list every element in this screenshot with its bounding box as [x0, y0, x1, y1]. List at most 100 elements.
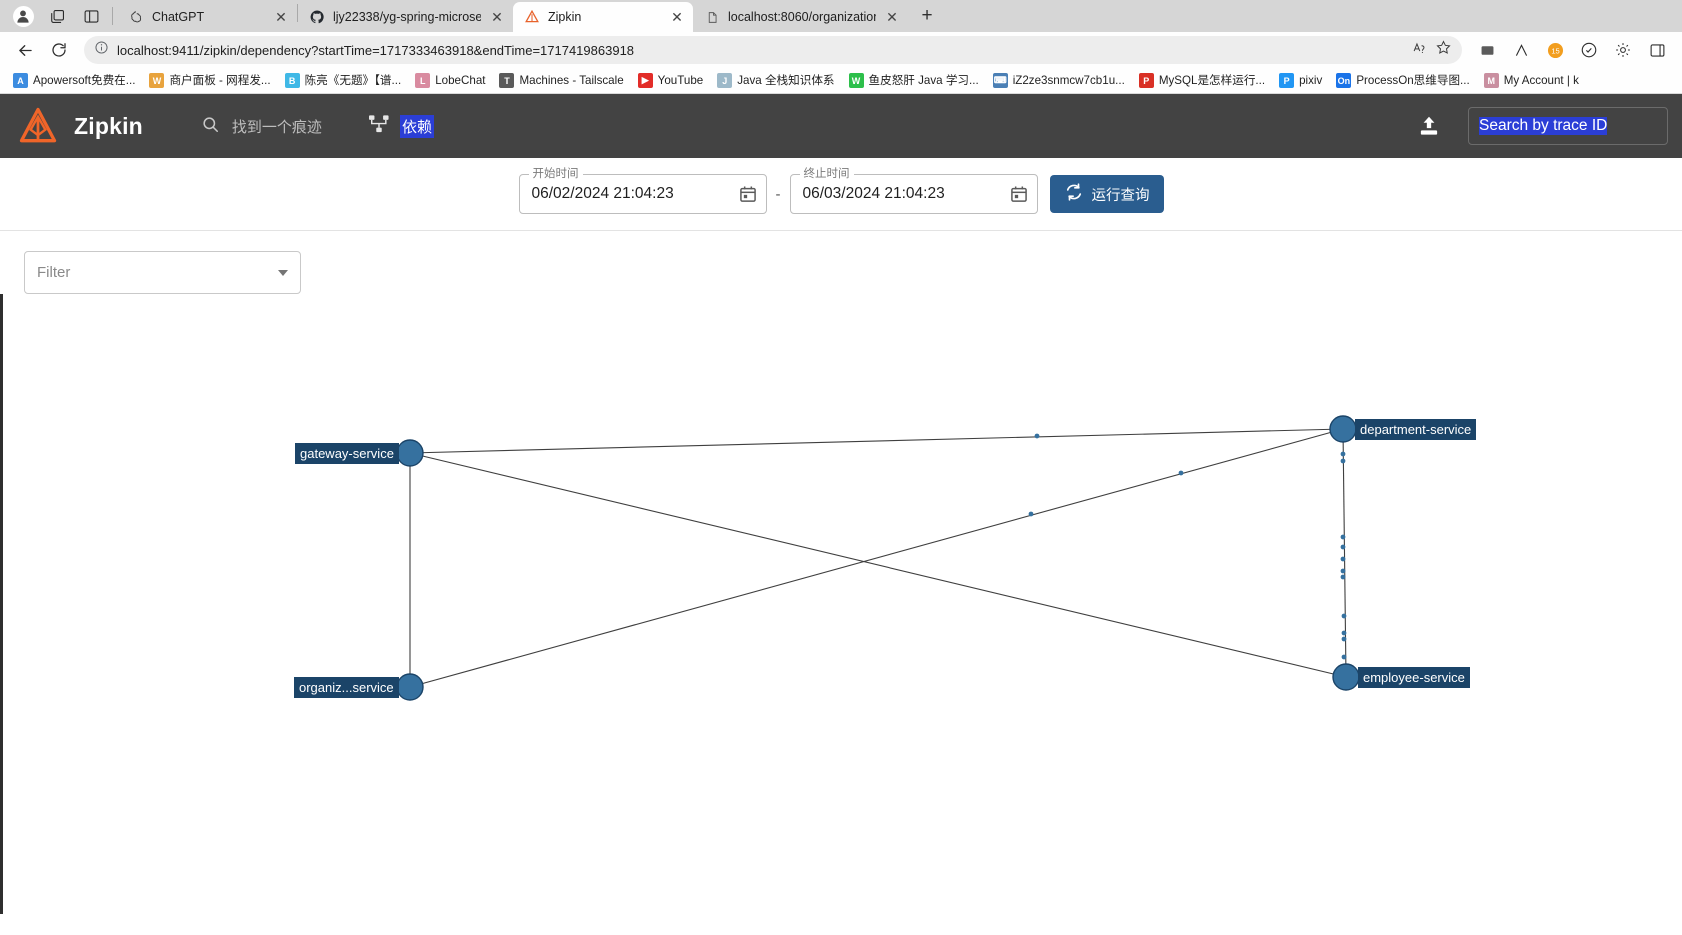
bookmark-item[interactable]: T Machines - Tailscale	[492, 70, 630, 92]
bookmark-item[interactable]: W 鱼皮怒肝 Java 学习...	[842, 70, 986, 92]
collections-icon[interactable]	[40, 0, 74, 32]
start-time-value: 06/02/2024 21:04:23	[531, 185, 674, 202]
close-icon[interactable]: ✕	[489, 9, 505, 25]
bookmark-item[interactable]: A Apowersoft免费在...	[6, 70, 142, 92]
nav-label: 找到一个痕迹	[231, 118, 322, 136]
calendar-icon[interactable]	[1009, 184, 1029, 204]
tab-title: localhost:8060/organization/1/w	[728, 10, 876, 24]
filter-select[interactable]: Filter	[24, 251, 301, 294]
bookmark-item[interactable]: Ppixiv	[1272, 70, 1329, 92]
address-bar[interactable]: localhost:9411/zipkin/dependency?startTi…	[84, 36, 1462, 64]
bookmark-label: Apowersoft免费在...	[33, 74, 136, 87]
search-by-trace-id-input[interactable]: Search by trace ID	[1468, 107, 1668, 145]
settings-icon[interactable]	[1608, 35, 1638, 65]
bookmark-item[interactable]: B 陈亮《无题》【谱...	[278, 70, 409, 92]
bookmark-item[interactable]: W 商户面板 - 网程发...	[142, 70, 277, 92]
service-node-label-department: department-service	[1355, 419, 1477, 440]
sidebar-icon[interactable]	[1642, 35, 1672, 65]
traffic-particle	[1340, 574, 1346, 580]
bookmark-item[interactable]: ⌨ iZ2ze3snmcw7cb1u...	[986, 70, 1132, 92]
chevron-down-icon[interactable]	[278, 269, 288, 276]
service-node-gateway[interactable]	[396, 439, 424, 467]
service-node-organization[interactable]	[396, 673, 424, 701]
service-node-label-organization: organiz...service	[294, 677, 399, 698]
refresh-icon	[1064, 182, 1084, 206]
service-node-label-gateway: gateway-service	[295, 443, 399, 464]
bookmark-favicon-icon: P	[1138, 73, 1154, 88]
zipkin-icon	[524, 9, 540, 25]
close-icon[interactable]: ✕	[273, 9, 289, 25]
bookmarks-bar: A Apowersoft免费在... W 商户面板 - 网程发... B 陈亮《无题》【谱…	[0, 68, 1682, 94]
nav-find-a-trace[interactable]: 找到一个痕迹	[201, 115, 324, 138]
browser-toolbar: localhost:9411/zipkin/dependency?startTi…	[0, 32, 1682, 68]
bookmark-label: YouTube	[657, 74, 704, 87]
service-node-employee[interactable]	[1332, 663, 1360, 691]
run-query-button[interactable]: 运行查询	[1049, 175, 1164, 213]
bookmark-label: My Account | k	[1503, 74, 1579, 87]
zipkin-logo-icon[interactable]	[14, 102, 62, 150]
traffic-particle	[1340, 534, 1346, 540]
bookmark-item[interactable]: ▶ YouTube	[631, 70, 711, 92]
browser-tab-chatgpt[interactable]: ChatGPT ✕	[117, 2, 297, 32]
nav-label: 依赖	[399, 114, 434, 138]
bookmark-label: ProcessOn思维导图...	[1356, 74, 1470, 87]
traffic-particle	[1340, 568, 1346, 574]
end-time-label: 终止时间	[799, 167, 854, 181]
tab-title: ljy22338/yg-spring-microservices	[333, 10, 481, 24]
dependency-graph[interactable]: gateway-service organiz...service departme…	[0, 294, 1682, 914]
browser-tab-localhost[interactable]: localhost:8060/organization/1/w ✕	[693, 2, 908, 32]
browser-essentials-icon[interactable]	[1574, 35, 1604, 65]
dependency-edge[interactable]	[409, 452, 1347, 678]
bookmark-label: Java 全栈知识体系	[737, 74, 835, 87]
start-time-field[interactable]: 开始时间 06/02/2024 21:04:23	[518, 167, 767, 214]
traffic-particle	[1178, 470, 1184, 476]
chatgpt-icon	[128, 9, 144, 25]
app-nav: 找到一个痕迹 依赖	[201, 114, 434, 138]
new-tab-button[interactable]: +	[913, 2, 941, 30]
traffic-particle	[1341, 636, 1347, 642]
dependency-tree-icon	[368, 114, 390, 138]
bookmark-item[interactable]: J Java 全栈知识体系	[710, 70, 841, 92]
svg-text:15: 15	[1551, 46, 1559, 55]
bookmark-favicon-icon: On	[1336, 73, 1352, 88]
search-by-trace-id-text: Search by trace ID	[1479, 117, 1608, 135]
tab-title: ChatGPT	[152, 10, 205, 24]
bookmark-label: 陈亮《无题》【谱...	[304, 74, 402, 87]
nav-dependencies[interactable]: 依赖	[368, 114, 434, 138]
upload-icon[interactable]	[1412, 109, 1446, 143]
read-aloud-icon[interactable]	[1412, 39, 1429, 61]
tab-title: Zipkin	[548, 10, 582, 24]
browser-tab-github[interactable]: ljy22338/yg-spring-microservices ✕	[298, 2, 513, 32]
browser-window: ChatGPT ✕ ljy22338/yg-spring-microservic…	[0, 0, 1682, 935]
close-icon[interactable]: ✕	[884, 9, 900, 25]
dependency-edge[interactable]	[409, 428, 1344, 454]
bookmark-item[interactable]: M My Account | k	[1477, 70, 1586, 92]
split-icon[interactable]	[1506, 35, 1536, 65]
split-screen-icon[interactable]	[74, 0, 108, 32]
back-icon[interactable]	[10, 35, 40, 65]
profile-icon[interactable]	[6, 0, 40, 32]
site-info-icon[interactable]	[94, 40, 109, 60]
bookmark-item[interactable]: On ProcessOn思维导图...	[1329, 70, 1476, 92]
bookmark-item[interactable]: L LobeChat	[408, 70, 492, 92]
bookmark-label: LobeChat	[435, 74, 486, 87]
service-node-department[interactable]	[1329, 415, 1357, 443]
bookmark-label: 鱼皮怒肝 Java 学习...	[868, 74, 979, 87]
bookmark-label: iZ2ze3snmcw7cb1u...	[1012, 74, 1125, 87]
favorite-star-icon[interactable]	[1435, 39, 1452, 61]
dependency-edge[interactable]	[409, 428, 1344, 688]
traffic-particle	[1340, 556, 1346, 562]
bookmark-favicon-icon: W	[848, 73, 864, 88]
bookmark-favicon-icon: ▶	[637, 73, 653, 88]
extension-count-icon[interactable]: 15	[1540, 35, 1570, 65]
traffic-particle	[1341, 654, 1347, 660]
github-icon	[309, 9, 325, 25]
close-icon[interactable]: ✕	[669, 9, 685, 25]
calendar-icon[interactable]	[738, 184, 758, 204]
end-time-field[interactable]: 终止时间 06/03/2024 21:04:23	[789, 167, 1038, 214]
bookmark-item[interactable]: P MySQL是怎样运行...	[1132, 70, 1272, 92]
reload-icon[interactable]	[44, 35, 74, 65]
browser-tab-zipkin[interactable]: Zipkin ✕	[513, 2, 693, 32]
collections-icon[interactable]	[1472, 35, 1502, 65]
traffic-particle	[1341, 630, 1347, 636]
